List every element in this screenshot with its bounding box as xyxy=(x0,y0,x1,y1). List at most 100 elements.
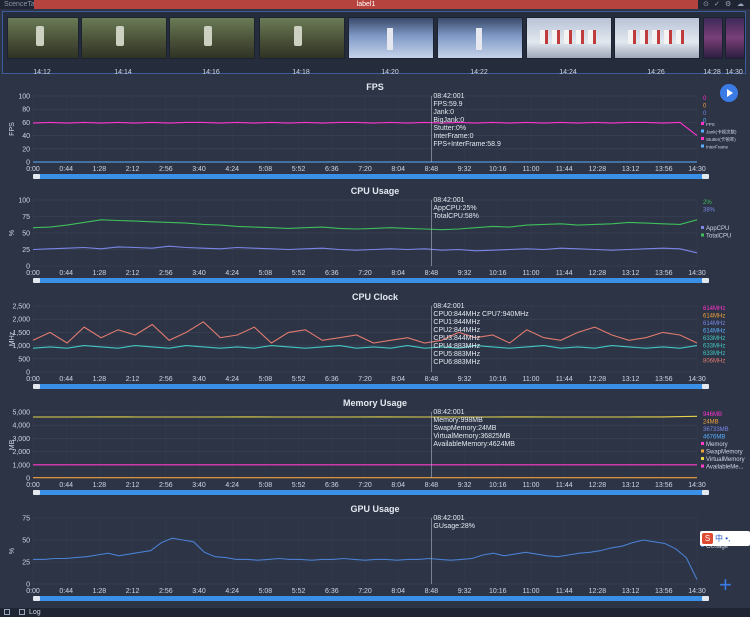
range-start-handle[interactable] xyxy=(33,490,40,495)
x-tick-label: 11:00 xyxy=(523,588,540,595)
x-tick-label: 2:12 xyxy=(126,270,140,277)
timeline-thumbnail[interactable] xyxy=(725,17,745,59)
legend-item[interactable]: FPS xyxy=(706,122,715,127)
ime-toolbar[interactable]: S中 •, xyxy=(700,531,750,546)
cursor-readout: CPU4:883MHz xyxy=(433,343,480,350)
range-start-handle[interactable] xyxy=(33,596,40,601)
legend-item[interactable]: AvailableMe... xyxy=(706,465,744,471)
series-current-value: 0 xyxy=(703,96,707,102)
timeline-thumbnail[interactable] xyxy=(437,17,523,59)
cursor-readout: FPS:59.9 xyxy=(433,101,462,108)
menu-toggle-icon[interactable] xyxy=(4,609,10,615)
legend-item[interactable]: Stutter(卡顿率) xyxy=(706,136,736,143)
thumbnail-time: 14:20 xyxy=(381,69,399,76)
x-tick-label: 11:44 xyxy=(556,270,573,277)
range-start-handle[interactable] xyxy=(33,174,40,179)
timeline-thumbnail[interactable] xyxy=(614,17,700,59)
location-icon[interactable]: ⊙ xyxy=(703,0,709,9)
cloud-icon[interactable]: ☁ xyxy=(737,0,744,9)
timeline-thumbnail[interactable] xyxy=(526,17,612,59)
chart-panel[interactable]: CPU Usage% 100 75 50 25 0 0:00 0:44 1:28 2:12 2:56… xyxy=(0,186,750,290)
cursor-readout: CPU1:844MHz xyxy=(433,319,480,326)
range-end-handle[interactable] xyxy=(702,490,709,495)
cursor-readout: SwapMemory:24MB xyxy=(433,425,496,432)
thumbnail-time: 14:12 xyxy=(33,69,51,76)
cursor-readout: CPU6:883MHz xyxy=(433,359,480,366)
series-current-value: 633MHz xyxy=(703,336,725,342)
timeline-thumbnail[interactable] xyxy=(169,17,255,59)
cursor-readout: CPU2:844MHz xyxy=(433,327,480,334)
y-tick-label: 100 xyxy=(18,94,30,101)
range-end-handle[interactable] xyxy=(702,174,709,179)
legend-swatch xyxy=(701,129,704,133)
legend-item[interactable]: AppCPU xyxy=(706,226,729,232)
chart-range-scrollbar[interactable] xyxy=(33,278,709,283)
play-button[interactable] xyxy=(720,84,738,102)
chart-panel[interactable]: CPU Clock MHz 2,500 2,000 1,500 1,000 500 0 0:00… xyxy=(0,292,750,396)
x-tick-label: 12:28 xyxy=(589,270,607,277)
legend-item[interactable]: Memory xyxy=(706,442,728,448)
range-start-handle[interactable] xyxy=(33,384,40,389)
x-tick-label: 1:28 xyxy=(93,482,107,489)
chart-svg[interactable]: MB5,0004,0003,0002,0001,00000:00 0:44 1:28… xyxy=(0,398,750,502)
chart-svg[interactable]: %10075502500:00 0:44 1:28 2:12 2:56 3:40 4:24 5… xyxy=(0,186,750,290)
log-checkbox[interactable] xyxy=(19,609,25,615)
x-tick-label: 8:04 xyxy=(391,166,405,173)
y-tick-label: 4,000 xyxy=(12,423,30,430)
x-tick-label: 0:44 xyxy=(59,376,73,383)
legend-item[interactable]: SwapMemory xyxy=(706,450,743,456)
chart-panel[interactable]: GPU Usage% 75 50 25 0 0:00 0:44 1:28 2:12 2:56 3:4… xyxy=(0,504,750,608)
range-start-handle[interactable] xyxy=(33,278,40,283)
x-tick-label: 5:08 xyxy=(259,166,273,173)
chart-range-scrollbar[interactable] xyxy=(33,174,709,179)
range-end-handle[interactable] xyxy=(702,278,709,283)
timeline-thumbnail[interactable] xyxy=(7,17,79,59)
chart-svg[interactable]: FPS 100 80 60 40 20 0 0:00 0:44 1:28 2:12 2:56 3:40 4… xyxy=(0,82,750,186)
x-tick-label: 1:28 xyxy=(93,376,107,383)
range-end-handle[interactable] xyxy=(702,596,709,601)
x-tick-label: 3:40 xyxy=(192,482,206,489)
x-tick-label: 11:44 xyxy=(556,166,573,173)
chart-range-scrollbar[interactable] xyxy=(33,596,709,601)
x-tick-label: 11:00 xyxy=(523,166,540,173)
legend-swatch xyxy=(701,233,704,237)
x-tick-label: 8:48 xyxy=(425,482,439,489)
x-tick-label: 14:30 xyxy=(688,166,706,173)
x-tick-label: 2:12 xyxy=(126,166,140,173)
add-icon[interactable]: + xyxy=(719,574,732,596)
check-icon[interactable]: ✓ xyxy=(714,0,720,9)
ime-punct: •, xyxy=(725,534,731,543)
y-tick-label: 500 xyxy=(18,356,30,363)
timeline-thumbnail[interactable] xyxy=(703,17,723,59)
legend-swatch xyxy=(701,464,704,468)
settings-icon[interactable]: ⚙ xyxy=(725,0,731,9)
cursor-readout: 08:42:001 xyxy=(433,515,464,522)
cursor-readout: 08:42:001 xyxy=(433,93,464,100)
screenshot-timeline[interactable]: 14:12 14:14 14:16 14:18 14:20 14:22 14:24 14:26… xyxy=(2,11,746,76)
scene-label-tab[interactable]: label1 xyxy=(34,0,698,9)
y-tick-label: 25 xyxy=(22,560,30,567)
legend-item[interactable]: InterFrame xyxy=(706,145,729,150)
legend-item[interactable]: Jank(卡顿次数) xyxy=(706,129,737,136)
series-current-value: 24MB xyxy=(703,420,719,426)
x-tick-label: 3:40 xyxy=(192,376,206,383)
x-tick-label: 7:20 xyxy=(358,376,372,383)
x-tick-label: 11:00 xyxy=(523,270,540,277)
timeline-thumbnail[interactable] xyxy=(81,17,167,59)
cursor-readout: 08:42:001 xyxy=(433,409,464,416)
series-current-value: 614MHz xyxy=(703,329,725,335)
timeline-thumbnail[interactable] xyxy=(259,17,345,59)
chart-svg[interactable]: %75502500:00 0:44 1:28 2:12 2:56 3:40 4:24 5:08… xyxy=(0,504,750,608)
sogou-icon: S xyxy=(702,533,713,544)
chart-svg[interactable]: MHz2,5002,0001,5001,00050000:00 0:44 1:28 2… xyxy=(0,292,750,396)
chart-panel[interactable]: FPS FPS 100 80 60 40 20 0 0:00 0:44 1:28 2:12 2:56 3:… xyxy=(0,82,750,186)
chart-range-scrollbar[interactable] xyxy=(33,384,709,389)
chart-range-scrollbar[interactable] xyxy=(33,490,709,495)
legend-item[interactable]: TotalCPU xyxy=(706,234,731,240)
x-tick-label: 10:16 xyxy=(489,588,507,595)
range-end-handle[interactable] xyxy=(702,384,709,389)
chart-panel[interactable]: Memory Usage MB 5,000 4,000 3,000 2,000 1,000 0… xyxy=(0,398,750,502)
legend-item[interactable]: VirtualMemory xyxy=(706,457,745,463)
timeline-thumbnail[interactable] xyxy=(348,17,434,59)
x-tick-label: 2:12 xyxy=(126,482,140,489)
